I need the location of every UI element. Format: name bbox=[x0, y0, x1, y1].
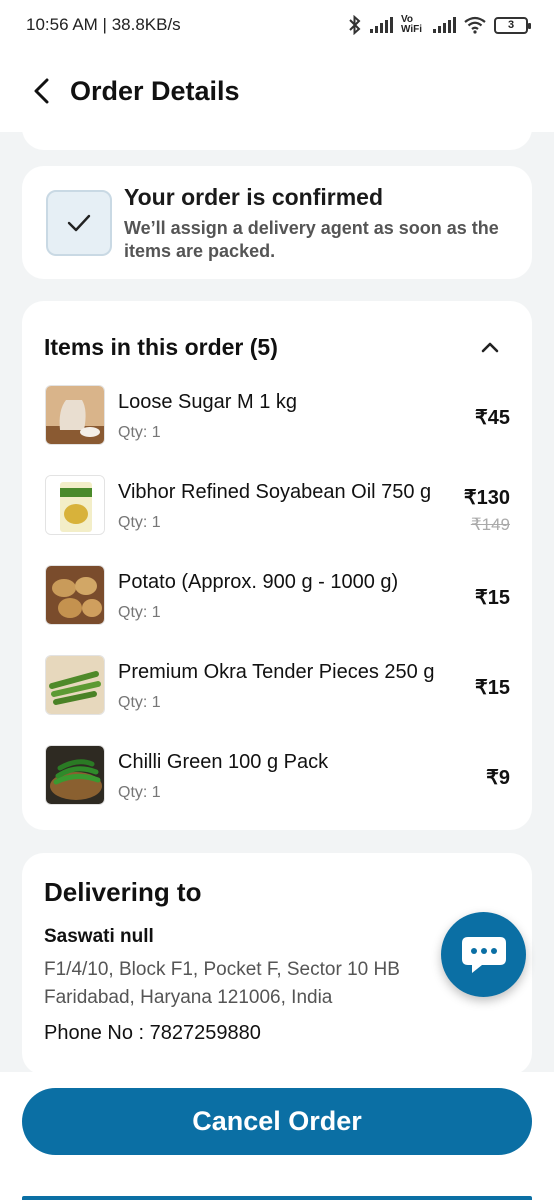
item-name: Premium Okra Tender Pieces 250 g bbox=[118, 661, 435, 683]
delivery-title: Delivering to bbox=[44, 877, 202, 907]
chilli-product-image bbox=[45, 745, 105, 805]
item-price: ₹9 bbox=[486, 767, 510, 789]
chat-bubble-icon bbox=[461, 936, 506, 973]
item-price: ₹15 bbox=[475, 587, 510, 609]
item-qty: Qty: 1 bbox=[118, 784, 161, 801]
list-item[interactable]: Premium Okra Tender Pieces 250 g Qty: 1 … bbox=[44, 655, 510, 749]
item-name: Vibhor Refined Soyabean Oil 750 g bbox=[118, 481, 432, 503]
items-header[interactable]: Items in this order (5) bbox=[44, 301, 510, 389]
list-item[interactable]: Potato (Approx. 900 g - 1000 g) Qty: 1 ₹… bbox=[44, 565, 510, 659]
list-item[interactable]: Vibhor Refined Soyabean Oil 750 g Qty: 1… bbox=[44, 475, 510, 569]
recipient-phone: Phone No : 7827259880 bbox=[44, 1022, 261, 1044]
order-items-card: Items in this order (5) Loose Sugar M 1 … bbox=[22, 301, 532, 830]
status-icons: Vo WiFi 3 bbox=[348, 14, 531, 35]
page-title: Order Details bbox=[70, 75, 240, 106]
item-name: Potato (Approx. 900 g - 1000 g) bbox=[118, 571, 399, 593]
confirmation-text: Your order is confirmed We’ll assign a d… bbox=[124, 182, 508, 263]
item-name: Chilli Green 100 g Pack bbox=[118, 751, 329, 773]
list-item[interactable]: Loose Sugar M 1 kg Qty: 1 ₹45 bbox=[44, 385, 510, 479]
next-button-edge bbox=[22, 1196, 532, 1200]
order-confirmed-card: Your order is confirmed We’ll assign a d… bbox=[22, 166, 532, 279]
items-title: Items in this order (5) bbox=[44, 333, 278, 360]
cancel-order-button[interactable]: Cancel Order bbox=[22, 1088, 532, 1155]
item-qty: Qty: 1 bbox=[118, 424, 161, 441]
okra-product-image bbox=[45, 655, 105, 715]
item-price: ₹130 bbox=[463, 487, 510, 509]
battery-level: 3 bbox=[507, 19, 515, 31]
item-qty: Qty: 1 bbox=[118, 694, 161, 711]
list-item[interactable]: Chilli Green 100 g Pack Qty: 1 ₹9 bbox=[44, 745, 510, 839]
previous-card-edge bbox=[22, 116, 532, 150]
confirmation-title: Your order is confirmed bbox=[124, 184, 384, 210]
item-name: Loose Sugar M 1 kg bbox=[118, 391, 297, 413]
signal-icon bbox=[370, 17, 393, 33]
item-price: ₹15 bbox=[475, 677, 510, 699]
checkmark-icon bbox=[46, 190, 112, 256]
vowifi-label: Vo WiFi bbox=[401, 14, 423, 35]
status-bar: 10:56 AM | 38.8KB/s Vo WiFi 3 bbox=[0, 0, 554, 50]
item-price: ₹45 bbox=[475, 407, 510, 429]
item-qty: Qty: 1 bbox=[118, 514, 161, 531]
item-qty: Qty: 1 bbox=[118, 604, 161, 621]
status-time: 10:56 AM | 38.8KB/s bbox=[26, 15, 181, 34]
confirmation-subtitle: We’ll assign a delivery agent as soon as… bbox=[124, 218, 499, 261]
potato-product-image bbox=[45, 565, 105, 625]
bottom-action-bar: Cancel Order bbox=[0, 1072, 554, 1200]
wifi-icon bbox=[464, 16, 486, 34]
back-arrow-icon[interactable] bbox=[28, 77, 56, 105]
address-line-2: Faridabad, Haryana 121006, India bbox=[44, 987, 333, 1008]
signal-icon-2 bbox=[433, 17, 456, 33]
chat-support-button[interactable] bbox=[441, 912, 526, 997]
battery-icon: 3 bbox=[494, 16, 531, 34]
item-mrp: ₹149 bbox=[470, 515, 510, 534]
recipient-name: Saswati null bbox=[44, 926, 154, 947]
chevron-up-icon[interactable] bbox=[478, 335, 502, 359]
delivery-address: F1/4/10, Block F1, Pocket F, Sector 10 H… bbox=[44, 956, 444, 1012]
oil-product-image bbox=[45, 475, 105, 535]
address-line-1: F1/4/10, Block F1, Pocket F, Sector 10 H… bbox=[44, 959, 400, 980]
bluetooth-icon bbox=[349, 15, 361, 35]
sugar-product-image bbox=[45, 385, 105, 445]
